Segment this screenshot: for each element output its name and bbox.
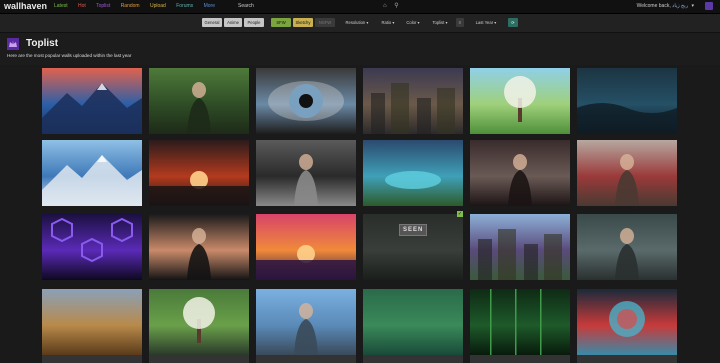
top-bar: wallhaven Latest Hot Toplist Random Uplo… (0, 0, 720, 14)
username[interactable]: ربح زياد (672, 3, 688, 9)
wallpaper-thumb-crater-lake[interactable] (363, 140, 463, 206)
range-dropdown[interactable]: Last Year ▾ (472, 18, 500, 27)
wallpaper-thumb-girl-silhouette-teal[interactable] (577, 214, 677, 280)
wallpaper-thumb-cherry-tree-hill[interactable] (470, 68, 570, 134)
wallpaper-image (577, 289, 677, 355)
wallpaper-image (149, 68, 249, 134)
nav-toplist[interactable]: Toplist (96, 3, 110, 9)
wallpaper-image (42, 140, 142, 206)
sort-dropdown[interactable]: Toplist ▾ (428, 18, 452, 27)
wallpaper-image (256, 289, 356, 355)
wallpaper-image (256, 140, 356, 206)
wallpaper-thumb-girl-at-table[interactable] (577, 140, 677, 206)
wallpaper-thumb-girl-back-dark[interactable] (149, 214, 249, 280)
wallpaper-thumb-waterfall-mill[interactable] (149, 289, 249, 363)
wallpaper-thumb-red-sun-valley[interactable] (149, 140, 249, 206)
wallpaper-image (577, 214, 677, 280)
wallpaper-thumb-blue-mountains-rider[interactable] (42, 140, 142, 206)
wallpaper-image (42, 68, 142, 134)
wallpaper-image (256, 68, 356, 134)
wallpaper-image (470, 68, 570, 134)
nav-random[interactable]: Random (121, 3, 140, 9)
wallpaper-image (363, 140, 463, 206)
welcome-label: Welcome back, (636, 3, 671, 9)
filter-sketchy[interactable]: Sketchy (293, 18, 313, 27)
order-toggle-icon[interactable]: ≡ (456, 18, 464, 27)
wallpaper-thumb-eye-closeup[interactable] (256, 68, 356, 134)
filter-bar: General Anime People SFW Sketchy NSFW Re… (0, 14, 720, 33)
nav-more[interactable]: More (204, 3, 215, 9)
wallpaper-thumb-purple-hexagons[interactable] (42, 214, 142, 280)
nav-forums[interactable]: Forums (176, 3, 193, 9)
wallpaper-thumb-pinecone-leaves[interactable] (42, 289, 142, 363)
color-dropdown[interactable]: Color ▾ (402, 18, 424, 27)
top-icons: ⌂ ⚲ (383, 2, 405, 9)
toplist-icon (7, 38, 19, 50)
main-nav: Latest Hot Toplist Random Upload Forums … (54, 3, 224, 9)
wallpaper-thumb-sunset-sea[interactable] (256, 214, 356, 280)
refresh-icon[interactable]: ⟳ (508, 18, 518, 27)
page-subtitle: Here are the most popular walls uploaded… (7, 53, 132, 58)
wallpaper-thumb-green-matrix[interactable] (470, 289, 570, 363)
filter-general[interactable]: General (202, 18, 222, 27)
wallpaper-thumb-mountain-lake-sunset[interactable] (42, 68, 142, 134)
nav-hot[interactable]: Hot (78, 3, 86, 9)
favorite-check-icon[interactable]: ✓ (457, 211, 463, 217)
nav-latest[interactable]: Latest (54, 3, 68, 9)
wallpaper-thumb-couple-portrait[interactable] (470, 140, 570, 206)
wallpaper-image (577, 140, 677, 206)
wallpaper-image (256, 214, 356, 280)
seen-badge: SEEN (399, 224, 428, 236)
wallpaper-image (149, 214, 249, 280)
filter-people[interactable]: People (244, 18, 264, 27)
wallpaper-image (149, 140, 249, 206)
wallpaper-thumb-card-game-green[interactable] (363, 289, 463, 363)
wallpaper-thumb-astronaut-orb[interactable] (577, 289, 677, 363)
image-search-icon[interactable]: ⌂ (383, 3, 387, 9)
wallpaper-image (470, 214, 570, 280)
wallpaper-image (42, 289, 142, 355)
search-icon[interactable]: ⚲ (394, 3, 398, 9)
wallpaper-image (363, 68, 463, 134)
site-logo[interactable]: wallhaven (4, 1, 47, 11)
nav-upload[interactable]: Upload (150, 3, 166, 9)
search-link[interactable]: Search (238, 3, 254, 9)
wallpaper-image (470, 289, 570, 355)
filter-anime[interactable]: Anime (224, 18, 242, 27)
wallpaper-image (363, 289, 463, 355)
wallpaper-image (42, 214, 142, 280)
wallpaper-thumb-dark-ocean-storm[interactable] (577, 68, 677, 134)
page-title: Toplist (26, 38, 59, 49)
wallpaper-thumb-village-houses[interactable] (470, 214, 570, 280)
wallpaper-thumb-forest-girl[interactable] (149, 68, 249, 134)
ratio-dropdown[interactable]: Ratio ▾ (377, 18, 399, 27)
welcome-text[interactable]: Welcome back, ربح زياد ▾ (637, 3, 694, 9)
chevron-down-icon[interactable]: ▾ (691, 3, 694, 9)
wallpaper-thumb-samurai-rain[interactable] (256, 140, 356, 206)
wallpaper-image (470, 140, 570, 206)
wallpaper-thumb-city-rooftops[interactable] (363, 68, 463, 134)
filter-nsfw[interactable]: NSFW (315, 18, 335, 27)
wallpaper-thumb-fisherman-sky[interactable] (256, 289, 356, 363)
resolution-dropdown[interactable]: Resolution ▾ (342, 18, 372, 27)
wallpaper-image (577, 68, 677, 134)
avatar[interactable] (705, 2, 713, 10)
wallpaper-image (149, 289, 249, 355)
page-header (0, 33, 720, 65)
filter-sfw[interactable]: SFW (271, 18, 291, 27)
